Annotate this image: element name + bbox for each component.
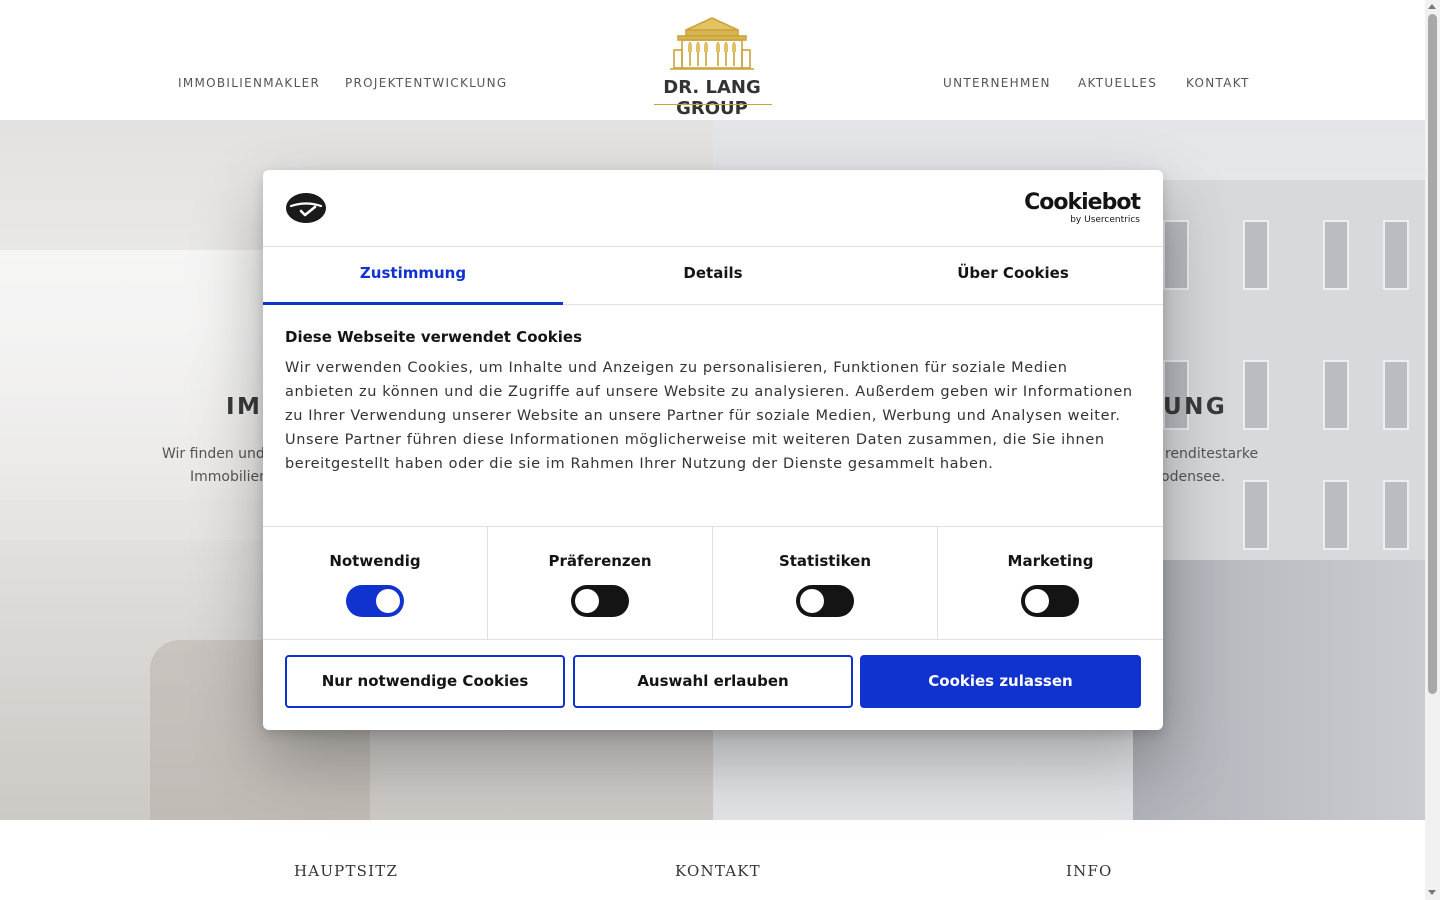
toggle-knob (800, 589, 824, 613)
nav-kontakt[interactable]: KONTAKT (1186, 76, 1250, 90)
cookiebot-subtitle: by Usercentrics (1070, 215, 1140, 225)
toggle-marketing[interactable] (1021, 585, 1079, 617)
consent-marketing: Marketing (938, 527, 1163, 640)
nav-projektentwicklung[interactable]: PROJEKTENTWICKLUNG (345, 76, 508, 90)
dialog-body: Diese Webseite verwendet Cookies Wir ver… (285, 328, 1141, 476)
consent-label-marketing: Marketing (1007, 552, 1094, 570)
dialog-description: Wir verwenden Cookies, um Inhalte und An… (285, 360, 1133, 472)
tab-details[interactable]: Details (563, 247, 863, 305)
tab-zustimmung[interactable]: Zustimmung (263, 247, 563, 305)
tab-ueber-cookies[interactable]: Über Cookies (863, 247, 1163, 305)
allow-all-cookies-button[interactable]: Cookies zulassen (860, 655, 1141, 708)
hero-right-title: UNG (1163, 394, 1228, 420)
necessary-cookies-button[interactable]: Nur notwendige Cookies (285, 655, 565, 708)
site-logo[interactable]: DR. LANG GROUP (626, 14, 798, 119)
consent-praeferenzen: Präferenzen (488, 527, 713, 640)
cookie-logo-icon (286, 193, 326, 223)
scroll-thumb[interactable] (1428, 14, 1437, 694)
hero-left-text-2: Immobilien (190, 469, 269, 485)
dialog-actions: Nur notwendige Cookies Auswahl erlauben … (285, 655, 1141, 708)
consent-label-statistiken: Statistiken (778, 552, 872, 570)
logo-underline (654, 104, 772, 105)
footer-heading-info: INFO (1066, 862, 1113, 880)
dialog-header: Cookiebot by Usercentrics (263, 170, 1163, 247)
nav-immobilienmakler[interactable]: IMMOBILIENMAKLER (178, 76, 320, 90)
dialog-tabs: Zustimmung Details Über Cookies (263, 247, 1163, 305)
dialog-title: Diese Webseite verwendet Cookies (285, 328, 583, 346)
site-footer: HAUPTSITZ KONTAKT INFO (0, 820, 1425, 900)
scroll-up-arrow-icon[interactable] (1428, 4, 1436, 9)
consent-notwendig: Notwendig (263, 527, 488, 640)
cookiebot-brand[interactable]: Cookiebot by Usercentrics (1024, 190, 1141, 226)
toggle-knob (575, 589, 599, 613)
footer-heading-hauptsitz: HAUPTSITZ (294, 862, 399, 880)
hero-right-text-2: odensee. (1161, 469, 1225, 485)
nav-unternehmen[interactable]: UNTERNEHMEN (943, 76, 1051, 90)
toggle-knob (1025, 589, 1049, 613)
building-logo-icon (670, 17, 754, 70)
consent-label-notwendig: Notwendig (329, 552, 421, 570)
footer-heading-kontakt: KONTAKT (675, 862, 761, 880)
toggle-praeferenzen[interactable] (571, 585, 629, 617)
toggle-statistiken[interactable] (796, 585, 854, 617)
consent-categories: Notwendig Präferenzen Statistiken Market… (263, 526, 1163, 640)
toggle-notwendig[interactable] (346, 585, 404, 617)
allow-selection-button[interactable]: Auswahl erlauben (573, 655, 853, 708)
hero-building-glass (1133, 560, 1425, 820)
hero-right-text-1: renditestarke (1165, 446, 1259, 462)
nav-aktuelles[interactable]: AKTUELLES (1078, 76, 1157, 90)
scroll-down-arrow-icon[interactable] (1428, 890, 1436, 895)
site-header: IMMOBILIENMAKLER PROJEKTENTWICKLUNG DR. … (0, 0, 1425, 120)
page-scrollbar[interactable] (1425, 0, 1440, 900)
cookiebot-name: Cookiebot (1024, 190, 1141, 215)
cookie-consent-dialog: Cookiebot by Usercentrics Zustimmung Det… (263, 170, 1163, 730)
logo-text: DR. LANG GROUP (663, 77, 761, 119)
hero-left-text-1: Wir finden und (162, 446, 265, 462)
consent-label-praeferenzen: Präferenzen (548, 552, 652, 570)
consent-statistiken: Statistiken (713, 527, 938, 640)
toggle-knob (376, 589, 400, 613)
